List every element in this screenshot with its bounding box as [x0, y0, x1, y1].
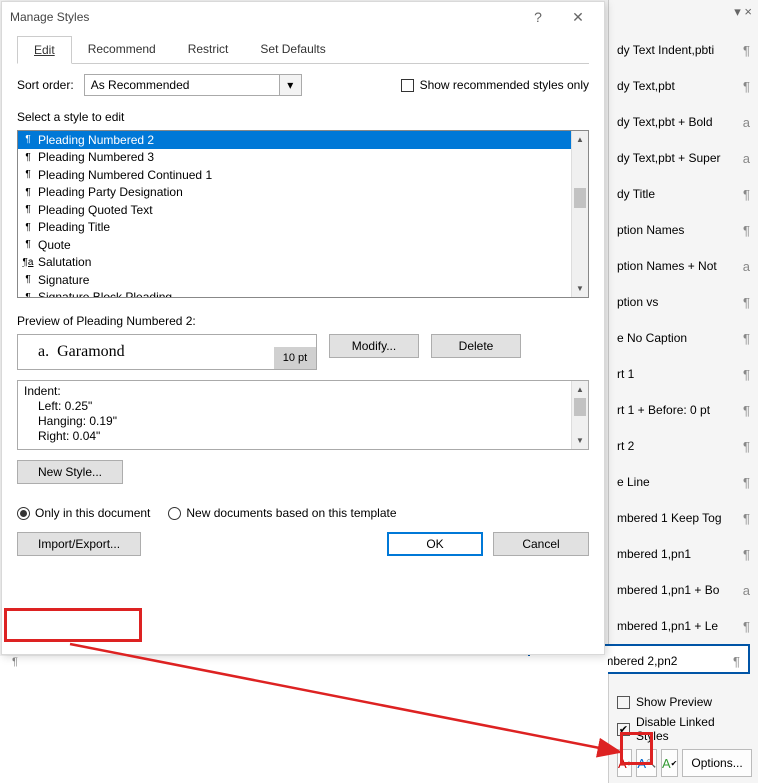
sort-order-label: Sort order:	[17, 78, 74, 92]
new-style-icon[interactable]: A+	[617, 749, 632, 777]
styles-list: dy Text Indent,pbti¶ dy Text,pbt¶ dy Tex…	[609, 30, 758, 642]
tab-edit[interactable]: Edit	[17, 36, 72, 64]
paragraph-mark-icon: ¶	[12, 656, 18, 668]
select-style-label: Select a style to edit	[17, 110, 589, 124]
new-style-button[interactable]: New Style...	[17, 460, 123, 484]
style-entry[interactable]: mbered 1,pn1 + Le¶	[609, 606, 758, 642]
titlebar: Manage Styles ? ✕	[2, 2, 604, 32]
dialog-title: Manage Styles	[10, 10, 520, 24]
modify-button[interactable]: Modify...	[329, 334, 419, 358]
style-entry[interactable]: dy Text Indent,pbti¶	[609, 30, 758, 66]
scroll-up-icon[interactable]: ▲	[572, 381, 588, 398]
document-background: ¶	[0, 656, 608, 783]
list-item[interactable]: ¶Quote	[18, 236, 571, 254]
options-button[interactable]: Options...	[682, 749, 751, 777]
style-entry[interactable]: rt 1 + Before: 0 pt¶	[609, 390, 758, 426]
tab-recommend[interactable]: Recommend	[72, 36, 172, 63]
list-item[interactable]: ¶Pleading Party Designation	[18, 184, 571, 202]
style-entry[interactable]: e Line¶	[609, 462, 758, 498]
listbox-scrollbar[interactable]: ▲ ▼	[571, 131, 588, 297]
description-box: Indent: Left: 0.25" Hanging: 0.19" Right…	[17, 380, 589, 450]
scroll-thumb[interactable]	[574, 398, 586, 416]
tab-restrict[interactable]: Restrict	[172, 36, 245, 63]
list-item[interactable]: ¶Signature Block Pleading	[18, 289, 571, 298]
disable-linked-checkbox[interactable]: ✔Disable Linked Styles	[617, 715, 750, 743]
style-entry[interactable]: ption Names¶	[609, 210, 758, 246]
style-entry[interactable]: ption Names + Nota	[609, 246, 758, 282]
tab-set-defaults[interactable]: Set Defaults	[244, 36, 341, 63]
manage-styles-icon[interactable]: A✔	[661, 749, 678, 777]
delete-button[interactable]: Delete	[431, 334, 521, 358]
radio-new-documents[interactable]: New documents based on this template	[168, 506, 396, 520]
preview-label: Preview of Pleading Numbered 2:	[17, 314, 589, 328]
scroll-down-icon[interactable]: ▼	[572, 280, 588, 297]
preview-size-badge: 10 pt	[274, 347, 316, 369]
import-export-button[interactable]: Import/Export...	[17, 532, 141, 556]
list-item[interactable]: ¶aSalutation	[18, 254, 571, 272]
cancel-button[interactable]: Cancel	[493, 532, 589, 556]
style-entry[interactable]: dy Text,pbt + Bolda	[609, 102, 758, 138]
radio-only-this-doc[interactable]: Only in this document	[17, 506, 150, 520]
list-item[interactable]: ¶Pleading Numbered 2	[18, 131, 571, 149]
style-entry[interactable]: mbered 1,pn1¶	[609, 534, 758, 570]
close-button[interactable]: ✕	[560, 5, 596, 29]
manage-styles-dialog: Manage Styles ? ✕ Edit Recommend Restric…	[1, 1, 605, 655]
style-listbox[interactable]: ¶Pleading Numbered 2 ¶Pleading Numbered …	[17, 130, 589, 298]
style-entry[interactable]: ption vs¶	[609, 282, 758, 318]
sort-order-select[interactable]: As Recommended ▾	[84, 74, 302, 96]
panel-footer: Show Preview ✔Disable Linked Styles A+ A…	[609, 689, 758, 783]
description-scrollbar[interactable]: ▲ ▼	[571, 381, 588, 449]
chevron-down-icon: ▾	[279, 75, 301, 95]
style-entry[interactable]: mbered 1,pn1 + Boa	[609, 570, 758, 606]
panel-dropdown-icon[interactable]: ▾ ×	[734, 4, 752, 20]
style-inspector-icon[interactable]: A🔍	[636, 749, 657, 777]
style-entry[interactable]: e No Caption¶	[609, 318, 758, 354]
scroll-down-icon[interactable]: ▼	[572, 432, 588, 449]
show-recommended-checkbox[interactable]: Show recommended styles only	[401, 78, 589, 92]
paragraph-icon: ¶	[22, 134, 34, 145]
scroll-up-icon[interactable]: ▲	[572, 131, 588, 148]
list-item[interactable]: ¶Pleading Quoted Text	[18, 201, 571, 219]
indent-line: Right: 0.04"	[24, 429, 565, 444]
style-entry[interactable]: mbered 1 Keep Tog¶	[609, 498, 758, 534]
indent-line: Hanging: 0.19"	[24, 414, 565, 429]
style-entry[interactable]: dy Title¶	[609, 174, 758, 210]
list-item[interactable]: ¶Pleading Numbered Continued 1	[18, 166, 571, 184]
indent-line: Left: 0.25"	[24, 399, 565, 414]
indent-header: Indent:	[24, 384, 565, 399]
preview-box: a. Garamond 10 pt	[17, 334, 317, 370]
show-preview-checkbox[interactable]: Show Preview	[617, 695, 750, 709]
ok-button[interactable]: OK	[387, 532, 483, 556]
list-item[interactable]: ¶Signature	[18, 271, 571, 289]
style-entry[interactable]: dy Text,pbt + Supera	[609, 138, 758, 174]
tab-strip: Edit Recommend Restrict Set Defaults	[17, 32, 589, 64]
style-entry[interactable]: dy Text,pbt¶	[609, 66, 758, 102]
list-item[interactable]: ¶Pleading Numbered 3	[18, 149, 571, 167]
help-button[interactable]: ?	[520, 5, 556, 29]
preview-font-text: a. Garamond	[18, 343, 316, 361]
style-entry[interactable]: rt 1¶	[609, 354, 758, 390]
scroll-thumb[interactable]	[574, 188, 586, 208]
list-item[interactable]: ¶Pleading Title	[18, 219, 571, 237]
style-entry[interactable]: rt 2¶	[609, 426, 758, 462]
